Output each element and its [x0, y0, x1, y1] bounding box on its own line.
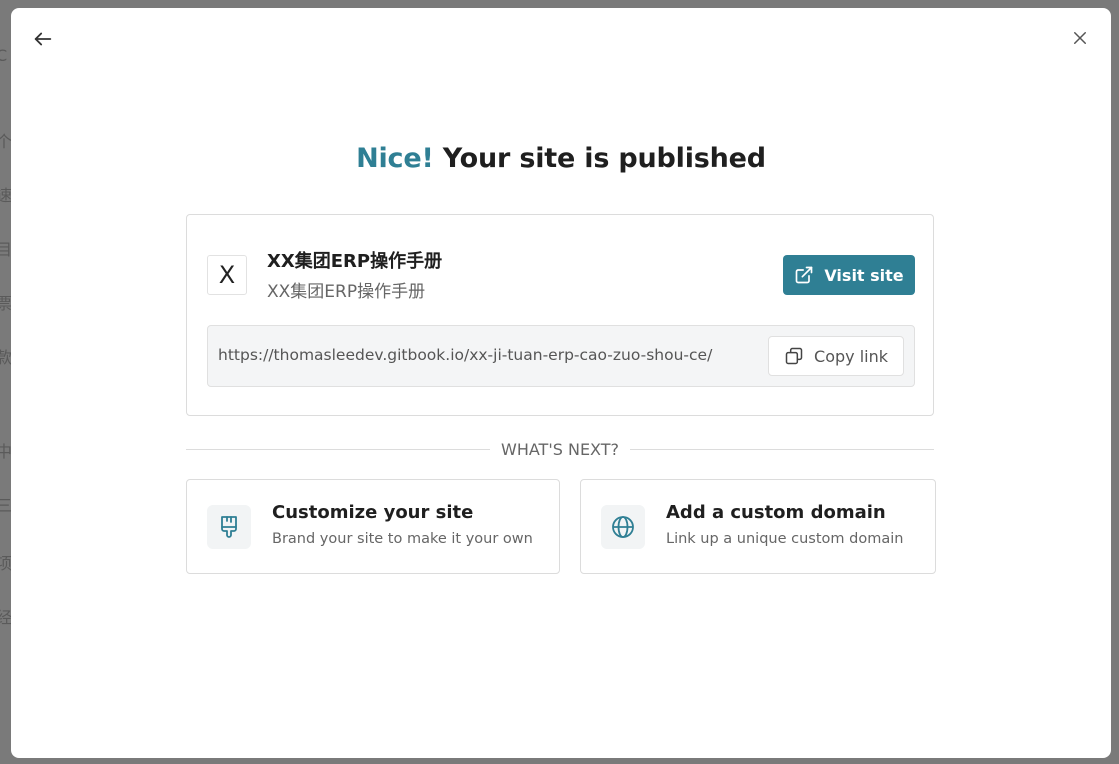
visit-site-button[interactable]: Visit site — [783, 255, 915, 295]
paintbrush-icon-container — [207, 505, 251, 549]
back-button[interactable] — [29, 25, 57, 53]
globe-icon — [612, 516, 634, 538]
site-subtitle: XX集团ERP操作手册 — [267, 282, 426, 302]
site-logo: X — [207, 255, 247, 295]
paintbrush-icon — [221, 516, 237, 538]
whats-next-label: WHAT'S NEXT? — [501, 439, 619, 459]
publish-success-modal: Nice! Your site is published X XX集团ERP操作… — [11, 8, 1111, 758]
divider-line — [630, 448, 934, 450]
visit-site-label: Visit site — [824, 265, 904, 285]
custom-domain-card[interactable]: Add a custom domain Link up a unique cus… — [580, 479, 936, 574]
site-url[interactable]: https://thomasleedev.gitbook.io/xx-ji-tu… — [218, 346, 712, 364]
published-site-card: X XX集团ERP操作手册 XX集团ERP操作手册 Visit site htt… — [186, 214, 934, 416]
close-icon — [1074, 32, 1086, 44]
custom-domain-description: Link up a unique custom domain — [666, 531, 904, 547]
customize-site-title: Customize your site — [272, 502, 474, 523]
whats-next-divider: WHAT'S NEXT? — [186, 438, 934, 460]
custom-domain-title: Add a custom domain — [666, 502, 886, 523]
external-link-icon — [795, 266, 813, 284]
site-url-bar: https://thomasleedev.gitbook.io/xx-ji-tu… — [207, 325, 915, 387]
site-name: XX集团ERP操作手册 — [267, 251, 443, 272]
copy-link-button[interactable]: Copy link — [768, 336, 904, 376]
background-text-fragment: C — [0, 46, 8, 65]
divider-line — [186, 448, 490, 450]
page-title: Nice! Your site is published — [11, 143, 1111, 174]
title-accent: Nice! — [356, 143, 434, 174]
arrow-left-icon — [34, 32, 52, 46]
copy-link-label: Copy link — [814, 346, 888, 366]
copy-icon — [785, 347, 803, 365]
close-button[interactable] — [1066, 24, 1094, 52]
customize-site-card[interactable]: Customize your site Brand your site to m… — [186, 479, 560, 574]
title-rest: Your site is published — [433, 143, 766, 174]
customize-site-description: Brand your site to make it your own — [272, 531, 533, 547]
globe-icon-container — [601, 505, 645, 549]
